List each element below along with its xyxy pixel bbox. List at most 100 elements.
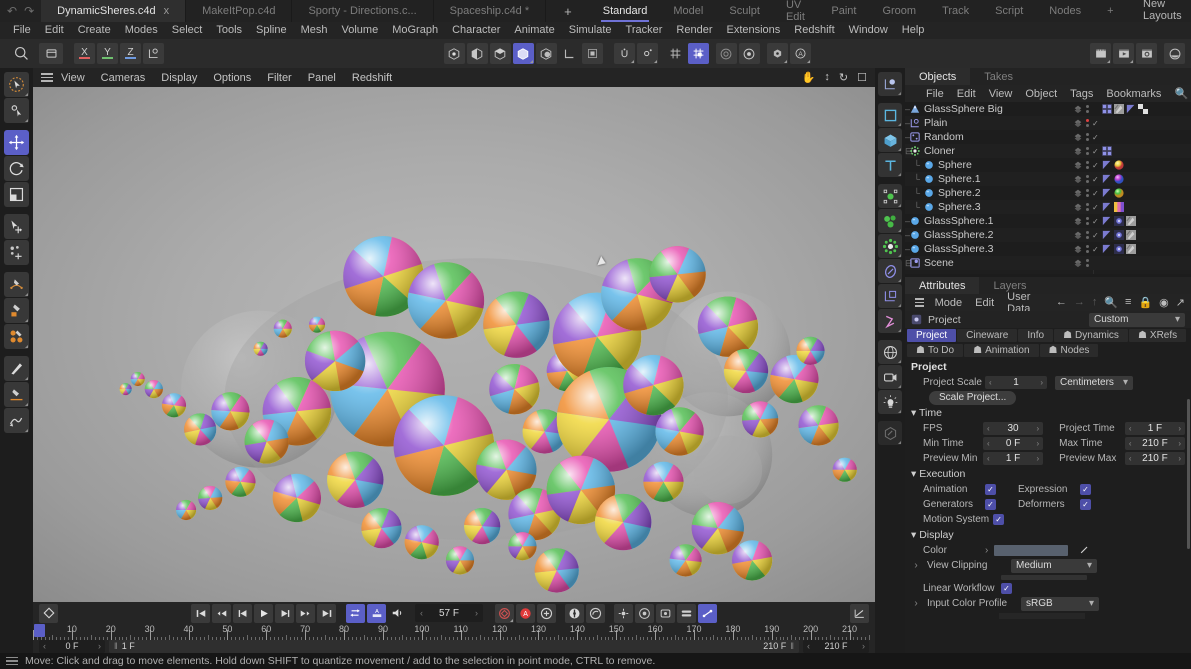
menu-icon[interactable] [6, 656, 18, 666]
content-browser-icon[interactable] [1164, 43, 1185, 64]
menu-tools[interactable]: Tools [209, 22, 249, 39]
edge-mode-icon[interactable] [466, 43, 488, 64]
layout-paint[interactable]: Paint [818, 0, 869, 22]
workplane-tool[interactable] [4, 98, 29, 123]
rotation-key-icon[interactable] [586, 603, 605, 623]
attr-tab-xrefs[interactable]: ☗ XRefs [1128, 329, 1187, 342]
min-time-field[interactable]: ‹ 0 F › [982, 437, 1044, 450]
transfer-tool[interactable] [4, 214, 29, 239]
object-manager-list[interactable]: – GlassSphere Big – Plain ✓ – Random ✓ ⊟ Cloner ✓ └… [905, 102, 1191, 274]
viewmenu-display[interactable]: Display [153, 72, 205, 84]
subdivision-surface-icon[interactable] [878, 209, 902, 233]
viewmenu-view[interactable]: View [53, 72, 93, 84]
tag-mat-green[interactable] [1114, 188, 1124, 198]
visibility-dots[interactable]: ✓ [1073, 202, 1099, 212]
render-active-icon[interactable]: A [789, 43, 811, 64]
axis-mode-icon[interactable] [559, 43, 580, 64]
render-settings-icon[interactable] [1136, 43, 1157, 64]
redo-arrow-icon[interactable]: ↷ [24, 4, 34, 18]
rotate-camera-icon[interactable]: ↻ [839, 71, 848, 84]
axis-z-button[interactable]: Z [120, 43, 141, 64]
pla-key-icon[interactable] [635, 603, 654, 623]
display-group-header[interactable]: ▾ Display [905, 527, 1191, 543]
spline-pen-tool[interactable] [4, 408, 29, 433]
scale-project-button[interactable]: Scale Project... [929, 390, 1017, 405]
visibility-dots[interactable]: ✓ [1073, 132, 1099, 142]
object-row[interactable]: – GlassSphere Big [905, 102, 1191, 116]
prev-key-button[interactable] [212, 603, 231, 623]
chevron-right-icon[interactable]: › [1036, 454, 1039, 463]
record-keyframe-icon[interactable] [39, 603, 58, 623]
project-time-field[interactable]: ‹ 1 F › [1124, 422, 1186, 435]
chevron-right-icon[interactable]: › [1036, 424, 1039, 433]
pan-hand-icon[interactable]: ✋ [802, 71, 816, 84]
fcurve-mode-icon[interactable] [698, 603, 717, 623]
preview-range-bar[interactable]: ‖ 1 F 210 F ‖ [109, 639, 799, 653]
tag-mograph-tag[interactable] [1102, 146, 1112, 156]
object-row[interactable]: ⊟ Scene [905, 256, 1191, 270]
render-region-icon[interactable] [766, 43, 788, 64]
sound-icon[interactable] [388, 604, 407, 623]
attr-tab-nodes[interactable]: ☗ Nodes [1039, 344, 1099, 357]
add-document-tab-button[interactable]: + [546, 0, 590, 22]
sky-environment-icon[interactable] [878, 340, 902, 364]
menu-character[interactable]: Character [445, 22, 507, 39]
point-mode-icon[interactable] [443, 43, 465, 64]
play-button[interactable] [254, 603, 273, 623]
maximize-view-icon[interactable]: ☐ [857, 71, 867, 84]
undo-arrow-icon[interactable]: ↶ [7, 4, 17, 18]
menu-animate[interactable]: Animate [507, 22, 561, 39]
preview-min-field[interactable]: ‹ 1 F › [982, 452, 1044, 465]
tag-mat-glass[interactable] [1114, 244, 1124, 254]
vertex-paint-tool[interactable] [4, 324, 29, 349]
menu-extensions[interactable]: Extensions [719, 22, 787, 39]
move-tool[interactable] [4, 130, 29, 155]
axis-x-button[interactable]: X [74, 43, 95, 64]
attr-tab-todo[interactable]: ☗ To Do [907, 344, 964, 357]
tag-mat-magenta[interactable] [1114, 174, 1124, 184]
world-coordinates-icon[interactable] [143, 43, 164, 64]
menu-icon[interactable] [915, 298, 924, 307]
tag-noise[interactable] [1114, 104, 1124, 114]
menu-window[interactable]: Window [842, 22, 895, 39]
chevron-right-icon[interactable]: › [1040, 378, 1043, 387]
array-generator-icon[interactable] [878, 184, 902, 208]
move-camera-icon[interactable]: ↕ [824, 71, 830, 84]
chevron-left-icon[interactable]: ‹ [807, 641, 810, 651]
curve-editor-icon[interactable] [850, 603, 869, 623]
tree-toggle[interactable]: └ [905, 188, 923, 198]
viewmenu-options[interactable]: Options [205, 72, 259, 84]
animation-checkbox[interactable]: ✓ [985, 484, 996, 495]
time-group-header[interactable]: ▾ Time [905, 405, 1191, 421]
objects-menu-object[interactable]: Object [1019, 88, 1063, 100]
axis-y-button[interactable]: Y [97, 43, 118, 64]
attributes-menu-mode[interactable]: Mode [929, 297, 969, 309]
object-row[interactable]: ⊟ Cloner ✓ [905, 144, 1191, 158]
layout-standard[interactable]: Standard [590, 0, 661, 22]
chevron-right-icon[interactable]: › [1178, 424, 1181, 433]
menu-volume[interactable]: Volume [335, 22, 386, 39]
menu-icon[interactable] [41, 73, 53, 82]
attr-tab-dynamics[interactable]: ☗ Dynamics [1054, 329, 1128, 342]
object-row[interactable]: └ Sphere.2 ✓ [905, 186, 1191, 200]
menu-file[interactable]: File [6, 22, 38, 39]
bend-deformer-icon[interactable] [878, 259, 902, 283]
workplane-lock-icon[interactable] [687, 43, 709, 64]
menu-mograph[interactable]: MoGraph [385, 22, 445, 39]
next-key-button[interactable] [296, 603, 315, 623]
visibility-dots[interactable]: ✓ [1073, 188, 1099, 198]
animation-layer-icon[interactable] [677, 603, 696, 623]
point-level-icon[interactable] [656, 603, 675, 623]
chevron-right-icon[interactable]: › [862, 641, 865, 651]
attributes-menu-edit[interactable]: Edit [969, 297, 1000, 309]
tag-selection[interactable] [1102, 160, 1112, 170]
objects-menu-view[interactable]: View [983, 88, 1019, 100]
record-active-objects-icon[interactable] [495, 603, 514, 623]
color-swatch[interactable] [994, 545, 1069, 556]
knife-tool[interactable] [4, 356, 29, 381]
view-clipping-dropdown[interactable]: Medium ▾ [1011, 558, 1097, 573]
prev-frame-button[interactable] [233, 603, 252, 623]
close-icon[interactable]: x [164, 5, 170, 17]
render-preview-icon[interactable] [1113, 43, 1134, 64]
chevron-left-icon[interactable]: ‹ [43, 641, 46, 651]
